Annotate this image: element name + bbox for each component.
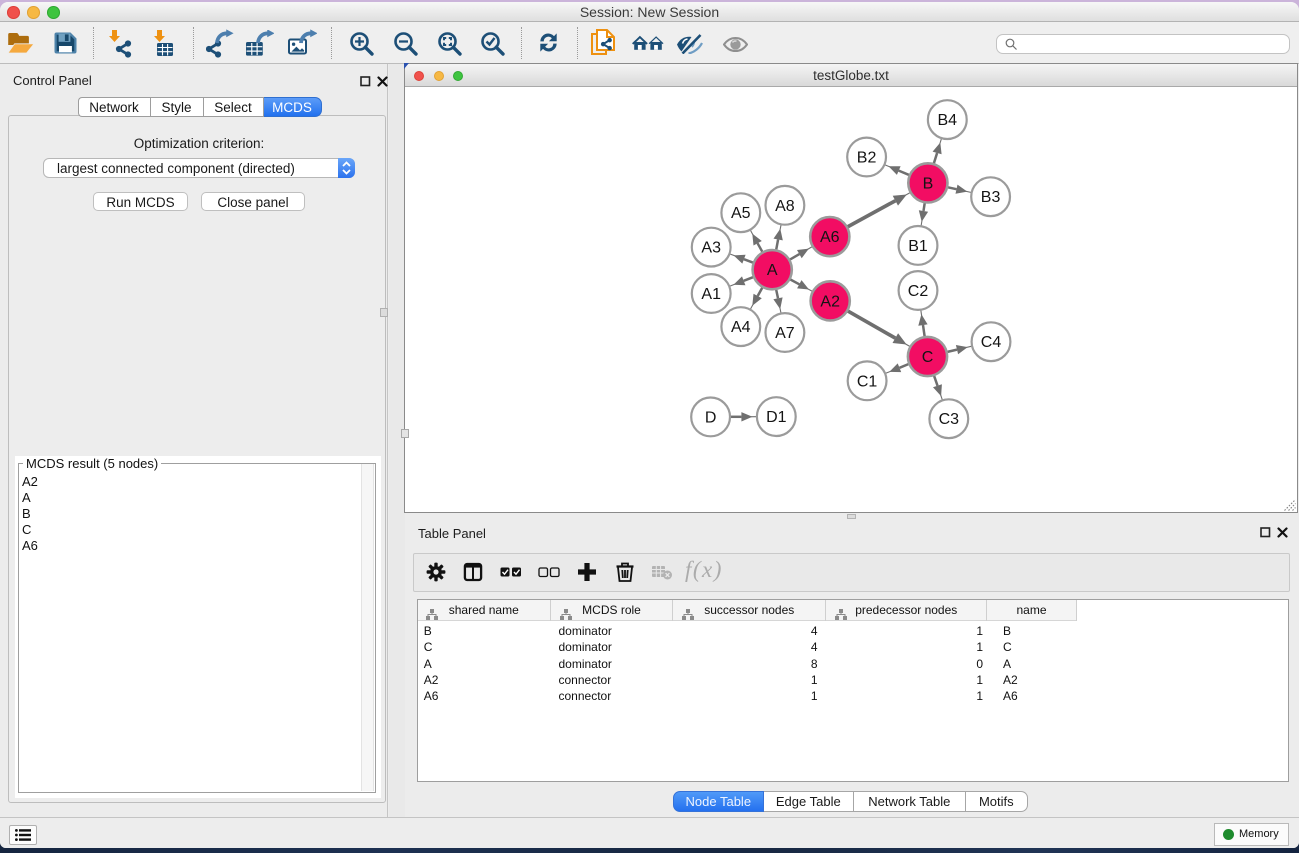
svg-text:A8: A8 xyxy=(775,198,795,215)
svg-text:C1: C1 xyxy=(857,373,878,390)
svg-text:D1: D1 xyxy=(766,409,787,426)
svg-text:B3: B3 xyxy=(981,189,1001,206)
svg-text:A2: A2 xyxy=(820,293,840,310)
svg-text:A6: A6 xyxy=(820,229,840,246)
svg-text:C3: C3 xyxy=(939,411,960,428)
svg-text:A4: A4 xyxy=(731,319,751,336)
svg-text:A1: A1 xyxy=(701,286,721,303)
svg-text:D: D xyxy=(705,409,717,426)
svg-text:A: A xyxy=(767,262,778,279)
svg-text:A5: A5 xyxy=(731,205,751,222)
svg-text:B4: B4 xyxy=(938,112,958,129)
svg-text:C: C xyxy=(922,349,934,366)
svg-text:B: B xyxy=(923,175,934,192)
svg-text:C4: C4 xyxy=(981,334,1002,351)
svg-text:C2: C2 xyxy=(908,283,929,300)
svg-text:A7: A7 xyxy=(775,325,795,342)
svg-text:B1: B1 xyxy=(908,238,928,255)
svg-text:B2: B2 xyxy=(857,150,877,167)
svg-text:A3: A3 xyxy=(701,240,721,257)
